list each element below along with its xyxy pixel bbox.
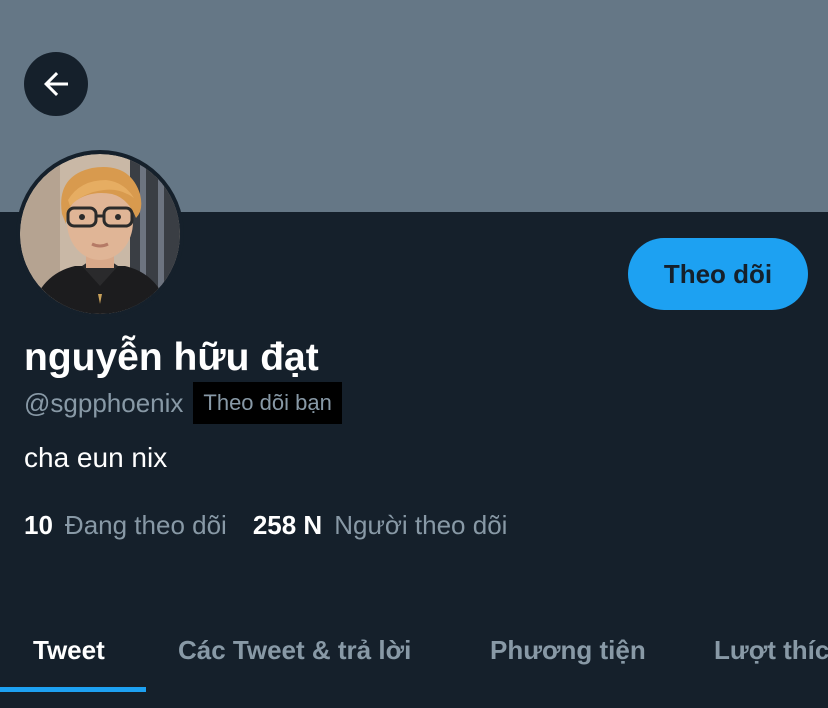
profile-tabs: Tweet Các Tweet & trả lời Phương tiện Lư… — [0, 608, 828, 692]
arrow-left-icon — [44, 72, 68, 96]
follow-stats: 10 Đang theo dõi 258 N Người theo dõi — [24, 508, 507, 542]
active-tab-indicator — [0, 687, 146, 692]
tab-tweets-and-replies[interactable]: Các Tweet & trả lời — [178, 608, 411, 692]
back-button[interactable] — [24, 52, 88, 116]
handle-row: @sgpphoenix Theo dõi bạn — [24, 382, 342, 424]
follows-you-badge: Theo dõi bạn — [193, 382, 342, 424]
avatar[interactable] — [20, 154, 180, 314]
profile-page: Theo dõi nguyễn hữu đạt @sgpphoenix Theo… — [0, 0, 828, 708]
followers-stat[interactable]: 258 N Người theo dõi — [253, 510, 508, 541]
tab-media[interactable]: Phương tiện — [490, 608, 646, 692]
tab-tweets[interactable]: Tweet — [33, 608, 105, 692]
tab-likes[interactable]: Lượt thích — [714, 608, 828, 692]
followers-label: Người theo dõi — [334, 509, 508, 540]
following-stat[interactable]: 10 Đang theo dõi — [24, 510, 227, 541]
following-count: 10 — [24, 509, 53, 540]
follow-button[interactable]: Theo dõi — [628, 238, 808, 310]
profile-bio: cha eun nix — [24, 442, 168, 473]
avatar-frame — [16, 150, 184, 318]
followers-count: 258 N — [252, 509, 323, 540]
user-handle: @sgpphoenix — [24, 387, 184, 418]
following-label: Đang theo dõi — [64, 509, 227, 540]
display-name: nguyễn hữu đạt — [24, 336, 319, 379]
